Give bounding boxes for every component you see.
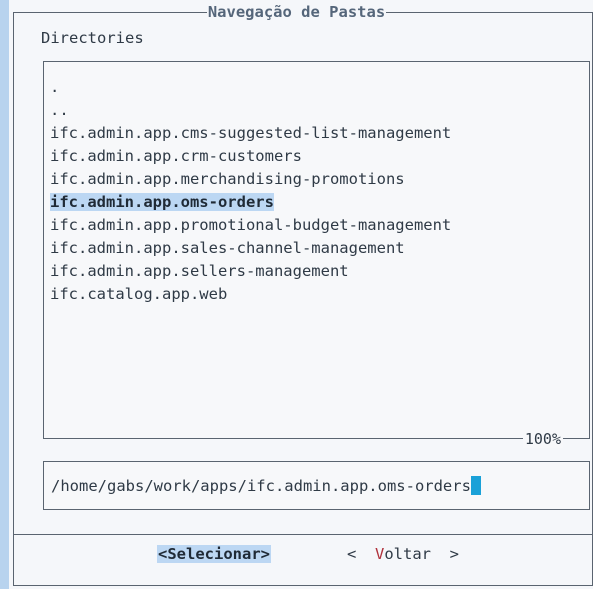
directory-name: ifc.admin.app.crm-customers <box>50 147 302 165</box>
directory-list-item[interactable]: ifc.admin.app.crm-customers <box>50 145 451 168</box>
directory-list-item[interactable]: ifc.admin.app.sellers-management <box>50 260 451 283</box>
directory-name: .. <box>50 101 69 119</box>
directory-list-item[interactable]: ifc.admin.app.merchandising-promotions <box>50 168 451 191</box>
directory-list-item[interactable]: ifc.admin.app.sales-channel-management <box>50 237 451 260</box>
back-button-hotkey: V <box>375 545 385 563</box>
directory-list-items: ... ifc.admin.app.cms-suggested-list-mana… <box>50 76 451 306</box>
path-text: /home/gabs/work/apps/ifc.admin.app.oms-o… <box>51 476 481 495</box>
back-button-label: oltar <box>384 545 432 563</box>
back-button-suffix: > <box>431 545 460 563</box>
dialog-title-text: Navegação de Pastas <box>206 3 387 21</box>
directory-name: ifc.admin.app.merchandising-promotions <box>50 170 405 188</box>
directory-name: ifc.admin.app.promotional-budget-managem… <box>50 216 452 234</box>
select-button[interactable]: <Selecionar> <box>157 545 271 563</box>
directory-list[interactable]: ... ifc.admin.app.cms-suggested-list-mana… <box>43 61 590 439</box>
dialog-title: Navegação de Pastas <box>0 3 593 21</box>
scroll-percent: 100% <box>522 430 563 448</box>
directory-name: ifc.admin.app.sellers-management <box>50 262 349 280</box>
directory-name: . <box>50 78 60 96</box>
directory-list-item[interactable]: . <box>50 76 451 99</box>
directory-name: ifc.admin.app.sales-channel-management <box>50 239 405 257</box>
back-button-prefix: < <box>347 545 375 563</box>
directory-list-item[interactable]: ifc.admin.app.oms-orders <box>50 191 451 214</box>
directory-list-item[interactable]: .. <box>50 99 451 122</box>
directory-name: ifc.catalog.app.web <box>50 285 228 303</box>
directory-name: ifc.admin.app.cms-suggested-list-managem… <box>50 124 452 142</box>
text-cursor <box>470 476 481 495</box>
directory-list-item[interactable]: ifc.admin.app.cms-suggested-list-managem… <box>50 122 451 145</box>
directory-name: ifc.admin.app.oms-orders <box>50 193 274 211</box>
path-input[interactable]: /home/gabs/work/apps/ifc.admin.app.oms-o… <box>43 461 590 510</box>
directory-list-item[interactable]: ifc.admin.app.promotional-budget-managem… <box>50 214 451 237</box>
path-value: /home/gabs/work/apps/ifc.admin.app.oms-o… <box>51 477 471 495</box>
directories-label: Directories <box>41 29 144 47</box>
directory-list-item[interactable]: ifc.catalog.app.web <box>50 283 451 306</box>
button-divider <box>14 534 592 535</box>
back-button[interactable]: < Voltar > <box>347 545 459 563</box>
folder-navigation-dialog: Directories ... ifc.admin.app.cms-suggest… <box>9 0 593 589</box>
